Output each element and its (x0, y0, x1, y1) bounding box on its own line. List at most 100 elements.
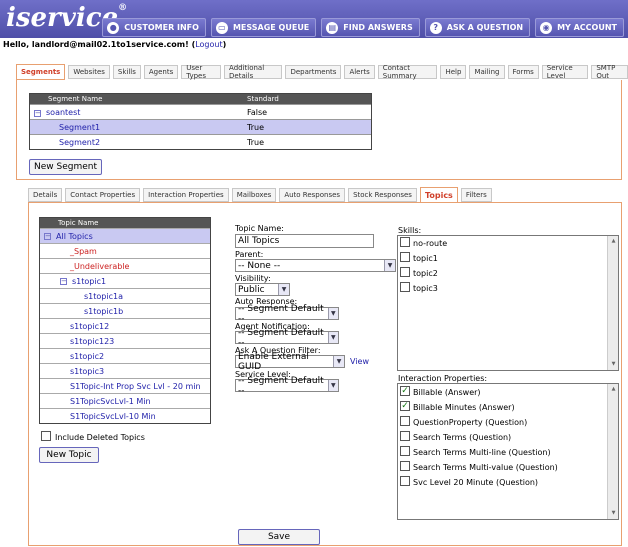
book-icon: ▤ (326, 21, 339, 34)
property-checkbox[interactable]: ✓ (400, 386, 410, 396)
visibility-label: Visibility: (235, 274, 271, 283)
list-item[interactable]: − s1topic1 (40, 273, 210, 288)
scroll-down-icon[interactable]: ▼ (609, 509, 618, 518)
scroll-up-icon[interactable]: ▲ (609, 385, 618, 394)
skill-checkbox[interactable] (400, 237, 410, 247)
tab-contact-summary[interactable]: Contact Summary (377, 64, 438, 80)
property-checkbox[interactable] (400, 446, 410, 456)
chevron-down-icon: ▼ (333, 356, 344, 367)
table-row[interactable]: Segment2 True (30, 134, 371, 149)
person-icon: ● (107, 21, 120, 34)
chevron-down-icon: ▼ (327, 380, 338, 391)
topic-list: Topic Name − All Topics _Spam _Undelivera… (39, 217, 211, 424)
list-item[interactable]: S1TopicSvcLvl-10 Min (40, 408, 210, 423)
property-label: Search Terms Multi-value (Question) (413, 463, 558, 472)
tab-smtp-out[interactable]: SMTP Out (591, 64, 628, 80)
list-item[interactable]: _Spam (40, 243, 210, 258)
logout-link[interactable]: Logout (195, 40, 222, 49)
list-item[interactable]: S1TopicSvcLvl-1 Min (40, 393, 210, 408)
tab-interaction-properties[interactable]: Interaction Properties (143, 188, 229, 202)
visibility-select[interactable]: Public ▼ (235, 283, 290, 296)
scrollbar[interactable]: ▲ ▼ (607, 236, 618, 370)
auto-response-select[interactable]: -- Segment Default -- ▼ (235, 304, 339, 324)
new-segment-button[interactable]: New Segment (29, 159, 102, 175)
include-deleted-checkbox[interactable] (41, 431, 51, 441)
main-tabs: Segments Websites Skills Agents User Typ… (16, 64, 628, 80)
property-label: Billable Minutes (Answer) (413, 403, 515, 412)
tab-additional-details[interactable]: Additional Details (224, 64, 283, 80)
tab-skills[interactable]: Skills (112, 65, 141, 79)
app-header: iservice® ● CUSTOMER INFO ▭ MESSAGE QUEUE … (0, 0, 628, 38)
table-row[interactable]: Segment1 True (30, 119, 371, 134)
nav-find-answers[interactable]: ▤ FIND ANSWERS (321, 18, 420, 37)
tab-filters[interactable]: Filters (460, 188, 492, 202)
topic-list-header: Topic Name (40, 218, 210, 228)
topic-name-input[interactable]: All Topics (235, 234, 374, 248)
list-item[interactable]: s1topic1a (40, 288, 210, 303)
sub-tabs: Details Contact Properties Interaction P… (28, 187, 492, 203)
collapse-icon[interactable]: − (34, 109, 41, 117)
property-checkbox[interactable] (400, 461, 410, 471)
parent-select[interactable]: -- None -- ▼ (235, 259, 396, 272)
collapse-icon[interactable]: − (60, 277, 67, 285)
question-icon: ? (429, 21, 442, 34)
top-nav: ● CUSTOMER INFO ▭ MESSAGE QUEUE ▤ FIND ANSW… (102, 18, 624, 37)
skill-label: topic3 (413, 284, 438, 293)
skill-checkbox[interactable] (400, 252, 410, 262)
property-label: Billable (Answer) (413, 388, 481, 397)
tab-forms[interactable]: Forms (507, 65, 539, 79)
tab-help[interactable]: Help (440, 65, 467, 79)
tab-user-types[interactable]: User Types (181, 64, 222, 80)
tab-contact-properties[interactable]: Contact Properties (65, 188, 141, 202)
list-item[interactable]: _Undeliverable (40, 258, 210, 273)
nav-my-account[interactable]: ◉ MY ACCOUNT (535, 18, 624, 37)
scroll-up-icon[interactable]: ▲ (609, 237, 618, 246)
property-label: QuestionProperty (Question) (413, 418, 528, 427)
account-icon: ◉ (540, 21, 553, 34)
list-item[interactable]: s1topic2 (40, 348, 210, 363)
tab-topics[interactable]: Topics (419, 187, 458, 203)
tab-mailing[interactable]: Mailing (469, 65, 505, 79)
scroll-down-icon[interactable]: ▼ (609, 360, 618, 369)
skill-checkbox[interactable] (400, 267, 410, 277)
skills-label: Skills: (398, 226, 422, 235)
list-item[interactable]: s1topic123 (40, 333, 210, 348)
service-level-select[interactable]: -- Segment Default -- ▼ (235, 376, 339, 396)
hello-text: Hello, landlord@mail02.1to1service.com! … (3, 40, 227, 49)
property-checkbox[interactable] (400, 416, 410, 426)
scrollbar[interactable]: ▲ ▼ (607, 384, 618, 519)
skill-label: topic1 (413, 254, 438, 263)
tab-segments[interactable]: Segments (16, 64, 66, 80)
property-checkbox[interactable] (400, 476, 410, 486)
new-topic-button[interactable]: New Topic (39, 447, 99, 463)
ask-filter-select[interactable]: Enable External GUID ▼ (235, 352, 345, 372)
nav-ask-question[interactable]: ? ASK A QUESTION (424, 18, 531, 37)
inbox-icon: ▭ (215, 21, 228, 34)
nav-message-queue[interactable]: ▭ MESSAGE QUEUE (210, 18, 317, 37)
tab-auto-responses[interactable]: Auto Responses (279, 188, 346, 202)
table-row[interactable]: − soantest False (30, 104, 371, 119)
skill-checkbox[interactable] (400, 282, 410, 292)
tab-stock-responses[interactable]: Stock Responses (348, 188, 417, 202)
tab-agents[interactable]: Agents (143, 65, 179, 79)
nav-customer-info[interactable]: ● CUSTOMER INFO (102, 18, 206, 37)
tab-departments[interactable]: Departments (285, 65, 342, 79)
list-item[interactable]: s1topic1b (40, 303, 210, 318)
property-checkbox[interactable] (400, 431, 410, 441)
list-item[interactable]: − All Topics (40, 228, 210, 243)
tab-details[interactable]: Details (28, 188, 63, 202)
agent-notification-select[interactable]: -- Segment Default -- ▼ (235, 328, 339, 348)
save-button[interactable]: Save (238, 529, 320, 545)
list-item[interactable]: s1topic3 (40, 363, 210, 378)
property-checkbox[interactable]: ✓ (400, 401, 410, 411)
list-item[interactable]: s1topic12 (40, 318, 210, 333)
collapse-icon[interactable]: − (44, 232, 51, 240)
tab-service-level[interactable]: Service Level (541, 64, 589, 80)
table-header: Segment Name Standard (30, 94, 371, 104)
tab-mailboxes[interactable]: Mailboxes (231, 188, 277, 202)
tab-alerts[interactable]: Alerts (344, 65, 375, 79)
view-link[interactable]: View (350, 357, 369, 366)
list-item[interactable]: S1Topic-Int Prop Svc Lvl - 20 min (40, 378, 210, 393)
chevron-down-icon: ▼ (278, 284, 289, 295)
tab-websites[interactable]: Websites (68, 65, 110, 79)
